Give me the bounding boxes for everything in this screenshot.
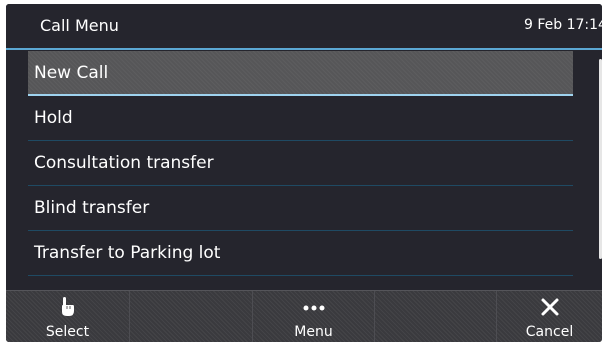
menu-item-consultation-transfer[interactable]: Consultation transfer bbox=[28, 141, 573, 186]
menu-item-label: New Call bbox=[34, 63, 109, 83]
menu-softkey[interactable]: Menu bbox=[253, 291, 375, 342]
menu-item-blind-transfer[interactable]: Blind transfer bbox=[28, 186, 573, 231]
status-bar: Call Menu 9 Feb 17:14 bbox=[6, 4, 602, 50]
softkey-bar: Select Menu Cancel bbox=[6, 290, 602, 342]
cancel-softkey-label: Cancel bbox=[525, 324, 574, 340]
date-time: 9 Feb 17:14 bbox=[524, 17, 602, 33]
call-menu-list: New Call Hold Consultation transfer Blin… bbox=[28, 51, 573, 276]
menu-item-label: Transfer to Parking lot bbox=[34, 243, 221, 263]
menu-item-label: Consultation transfer bbox=[34, 153, 214, 173]
select-softkey-label: Select bbox=[45, 324, 90, 340]
menu-item-hold[interactable]: Hold bbox=[28, 96, 573, 141]
empty-softkey-2[interactable] bbox=[130, 291, 253, 342]
menu-softkey-label: Menu bbox=[294, 324, 333, 340]
menu-item-new-call[interactable]: New Call bbox=[28, 51, 573, 96]
cancel-softkey[interactable]: Cancel bbox=[497, 291, 602, 342]
close-icon bbox=[497, 297, 602, 319]
page-title: Call Menu bbox=[40, 16, 119, 35]
menu-item-label: Blind transfer bbox=[34, 198, 150, 218]
scrollbar[interactable] bbox=[599, 59, 602, 259]
phone-screen: Call Menu 9 Feb 17:14 New Call Hold Cons… bbox=[6, 4, 602, 342]
hand-pointer-icon bbox=[6, 297, 129, 319]
select-softkey[interactable]: Select bbox=[6, 291, 130, 342]
menu-item-transfer-to-parking-lot[interactable]: Transfer to Parking lot bbox=[28, 231, 573, 276]
more-dots-icon bbox=[253, 297, 374, 319]
empty-softkey-4[interactable] bbox=[375, 291, 497, 342]
menu-item-label: Hold bbox=[34, 108, 73, 128]
